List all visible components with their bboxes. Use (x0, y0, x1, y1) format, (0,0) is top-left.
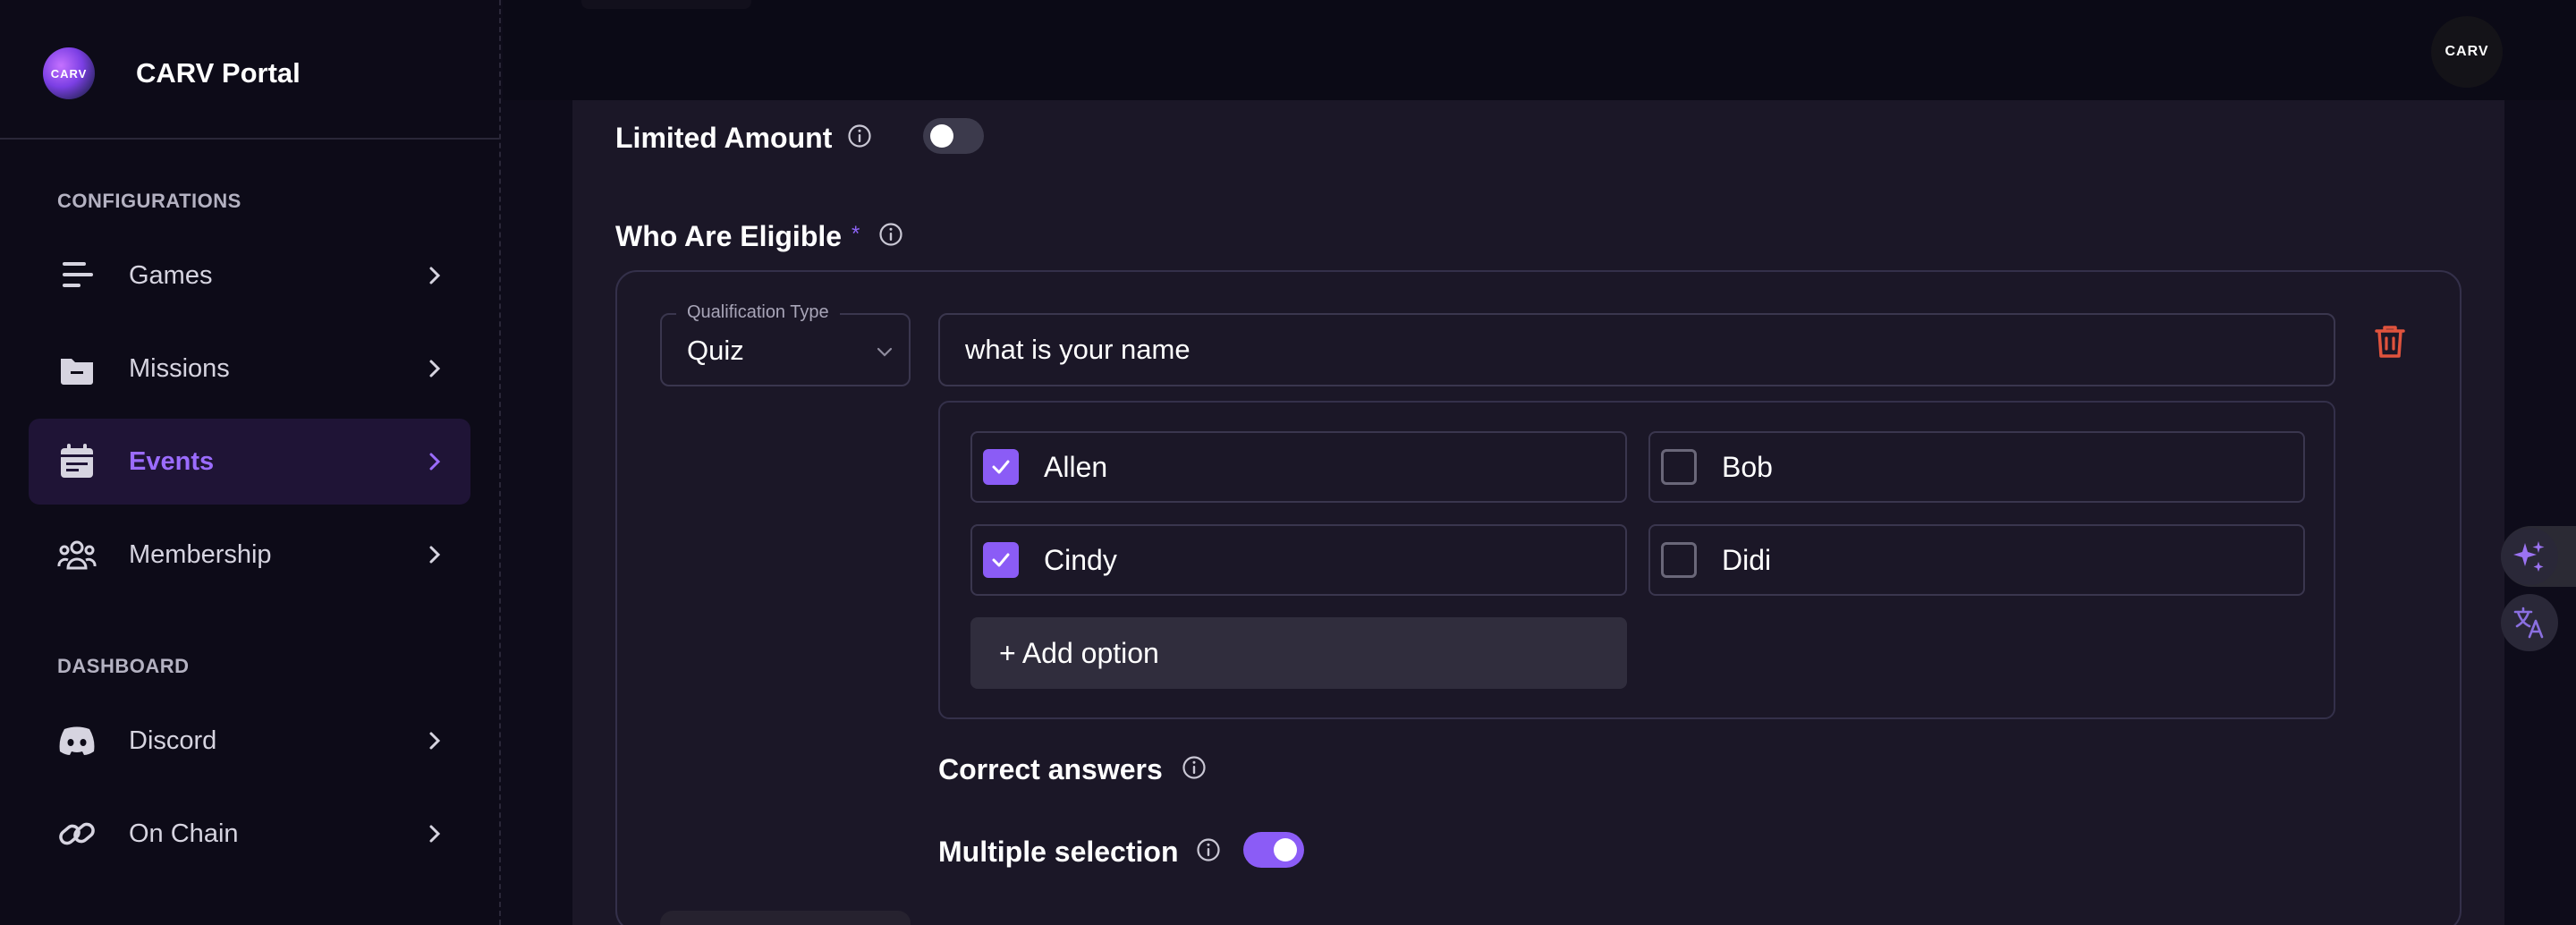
sidebar-item-discord[interactable]: Discord (29, 698, 470, 784)
section-label-configurations: CONFIGURATIONS (57, 190, 242, 212)
required-mark: * (852, 222, 860, 246)
chain-link-icon (57, 814, 97, 853)
sidebar-item-label: Discord (129, 726, 217, 755)
quiz-question-input[interactable] (938, 313, 2335, 386)
chevron-right-icon (426, 825, 444, 843)
info-icon[interactable] (847, 123, 872, 149)
discord-icon (57, 721, 97, 760)
option-label: Allen (1044, 451, 1108, 483)
trash-icon[interactable] (2374, 324, 2406, 360)
limited-amount-label: Limited Amount (615, 122, 833, 154)
multiple-selection-toggle[interactable] (1243, 832, 1304, 868)
sidebar-item-label: Events (129, 446, 215, 476)
info-icon[interactable] (1196, 837, 1221, 862)
sidebar-item-label: Missions (129, 353, 230, 383)
sidebar-item-games[interactable]: Games (29, 233, 470, 318)
info-icon[interactable] (878, 222, 903, 247)
sidebar-item-label: Games (129, 260, 213, 290)
quiz-option[interactable]: Didi (1648, 524, 2305, 596)
user-avatar[interactable]: CARV (2431, 16, 2503, 88)
cut-off-element (660, 911, 911, 925)
chevron-right-icon (426, 453, 444, 471)
sparkles-button[interactable] (2501, 528, 2558, 585)
checkbox-unchecked[interactable] (1661, 542, 1697, 578)
check-icon (992, 553, 1010, 567)
sidebar-divider (0, 138, 499, 140)
translate-button[interactable] (2501, 594, 2558, 651)
chevron-right-icon (426, 267, 444, 284)
brand[interactable]: CARV CARV Portal (43, 47, 301, 100)
check-icon (992, 460, 1010, 474)
chevron-down-icon (877, 347, 893, 357)
chevron-right-icon (426, 732, 444, 750)
correct-answers-label: Correct answers (938, 753, 1163, 785)
multiple-selection-label: Multiple selection (938, 836, 1179, 868)
add-option-button[interactable]: + Add option (970, 617, 1627, 689)
qualification-type-label: Qualification Type (676, 302, 840, 323)
info-icon[interactable] (1182, 755, 1207, 780)
sidebar-item-label: Membership (129, 539, 272, 569)
qualification-type-select[interactable]: Qualification Type Quiz (660, 302, 911, 386)
who-eligible-label: Who Are Eligible (615, 220, 843, 252)
section-label-dashboard: DASHBOARD (57, 655, 190, 677)
option-label: Bob (1722, 451, 1773, 483)
toggle-knob (1274, 838, 1297, 861)
option-label: Cindy (1044, 544, 1117, 576)
carv-logo: CARV (43, 47, 95, 99)
qualification-type-value: Quiz (687, 335, 744, 366)
chevron-right-icon (426, 546, 444, 564)
quiz-option[interactable]: Allen (970, 431, 1627, 503)
quiz-option[interactable]: Bob (1648, 431, 2305, 503)
translate-icon (2513, 607, 2544, 639)
sidebar-item-label: On Chain (129, 819, 239, 848)
main-header (503, 0, 2576, 100)
option-label: Didi (1722, 544, 1772, 576)
checkbox-checked[interactable] (983, 542, 1019, 578)
sidebar-item-events[interactable]: Events (29, 419, 470, 505)
sidebar-item-on-chain[interactable]: On Chain (29, 791, 470, 877)
sparkles-icon (2513, 541, 2545, 572)
brand-title: CARV Portal (136, 57, 301, 89)
games-icon (57, 256, 97, 295)
membership-icon (57, 535, 97, 574)
missions-icon (57, 349, 97, 388)
sidebar: CARV CARV Portal CONFIGURATIONS Games Mi… (0, 0, 501, 925)
events-calendar-icon (57, 442, 97, 481)
quiz-option[interactable]: Cindy (970, 524, 1627, 596)
checkbox-checked[interactable] (983, 449, 1019, 485)
cut-off-element (581, 0, 751, 9)
chevron-right-icon (426, 360, 444, 378)
sidebar-item-membership[interactable]: Membership (29, 512, 470, 598)
limited-amount-toggle[interactable] (923, 118, 984, 154)
sidebar-item-missions[interactable]: Missions (29, 326, 470, 412)
toggle-knob (930, 124, 953, 148)
checkbox-unchecked[interactable] (1661, 449, 1697, 485)
